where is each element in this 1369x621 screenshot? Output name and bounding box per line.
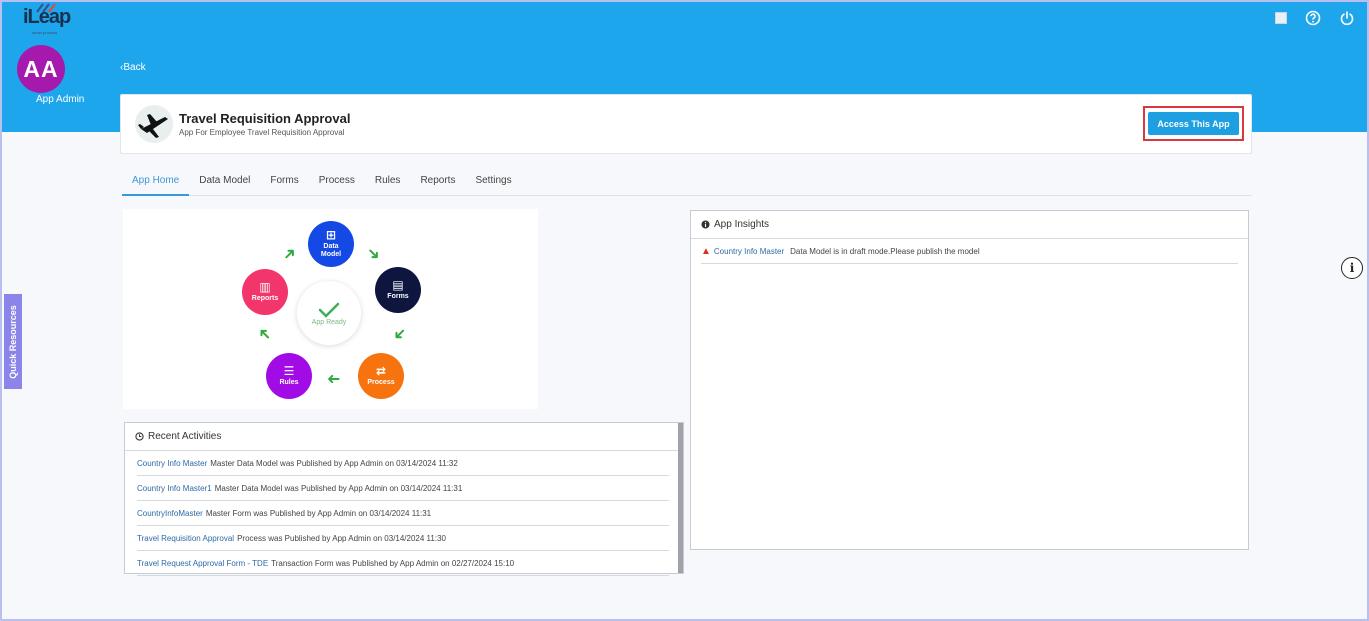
activity-link[interactable]: CountryInfoMaster xyxy=(137,509,203,518)
node-forms: ▤ Forms xyxy=(375,267,421,313)
node-process: ⇄ Process xyxy=(358,353,404,399)
app-insights-header: App Insights xyxy=(691,211,1248,239)
info-fab-icon: i xyxy=(1349,261,1355,275)
center-label: App Ready xyxy=(311,318,347,326)
activity-text: Process was Published by App Admin on 03… xyxy=(237,533,446,543)
node-forms-label: Forms xyxy=(387,293,409,300)
list-item: Country Info Master1 Master Data Model w… xyxy=(137,476,669,501)
process-icon: ⇄ xyxy=(375,364,387,378)
node-process-label: Process xyxy=(367,379,395,386)
list-item: Travel Requisition Approval Process was … xyxy=(137,526,669,551)
list-item: ▲ Country Info Master Data Model is in d… xyxy=(701,239,1238,264)
node-data-model: ⊞ Data Model xyxy=(308,221,354,267)
recent-activities-header: Recent Activities xyxy=(125,423,683,451)
help-icon[interactable] xyxy=(1305,10,1321,26)
activity-link[interactable]: Travel Requisition Approval xyxy=(137,534,234,543)
app-insights-panel: App Insights ▲ Country Info Master Data … xyxy=(690,210,1249,550)
back-link[interactable]: ‹Back xyxy=(120,62,146,73)
arrow-icon: ➜ xyxy=(327,370,341,387)
quick-resources-tab[interactable]: Quick Resources xyxy=(4,294,22,389)
tab-app-home[interactable]: App Home xyxy=(122,172,190,196)
power-icon[interactable] xyxy=(1339,10,1355,26)
top-icons xyxy=(1275,10,1355,26)
list-item: Travel Request Approval Form - TDE Trans… xyxy=(137,551,669,576)
node-reports-label: Reports xyxy=(251,295,279,302)
access-app-button[interactable]: Access This App xyxy=(1148,112,1239,135)
reports-icon: ▥ xyxy=(259,280,271,294)
activity-text: Transaction Form was Published by App Ad… xyxy=(271,558,515,568)
tab-reports[interactable]: Reports xyxy=(410,172,465,195)
data-model-icon: ⊞ xyxy=(325,228,337,242)
center-app-ready: App Ready xyxy=(297,281,361,345)
warning-icon: ▲ xyxy=(701,245,711,257)
tab-process[interactable]: Process xyxy=(309,172,365,195)
app-tabs: App Home Data Model Forms Process Rules … xyxy=(122,172,1252,196)
activity-link[interactable]: Country Info Master1 xyxy=(137,484,212,493)
insight-link[interactable]: Country Info Master xyxy=(714,247,784,256)
activity-text: Master Data Model was Published by App A… xyxy=(214,483,463,493)
node-data-model-label: Data Model xyxy=(320,243,342,258)
recent-activities-panel: Recent Activities Country Info Master Ma… xyxy=(124,422,684,576)
list-item: Country Info Master Master Data Model wa… xyxy=(137,451,669,476)
user-name: App Admin xyxy=(36,94,85,105)
app-insights-title: App Insights xyxy=(714,219,770,230)
form-icon: ▤ xyxy=(392,278,404,292)
arrow-icon: ➜ xyxy=(362,243,385,266)
checkmark-icon xyxy=(318,302,340,318)
node-reports: ▥ Reports xyxy=(242,269,288,315)
back-label: Back xyxy=(123,62,146,73)
node-rules-label: Rules xyxy=(279,379,299,386)
avatar-initials: AA xyxy=(23,55,59,82)
tab-data-model[interactable]: Data Model xyxy=(189,172,260,195)
app-lifecycle-diagram: ⊞ Data Model ▤ Forms ⇄ Process ☰ Rules ▥… xyxy=(123,209,538,409)
broken-image-icon[interactable] xyxy=(1275,12,1287,24)
tab-rules[interactable]: Rules xyxy=(365,172,411,195)
app-title: Travel Requisition Approval xyxy=(179,111,351,126)
activity-text: Master Data Model was Published by App A… xyxy=(210,458,458,468)
airplane-icon xyxy=(135,105,173,143)
avatar[interactable]: AA xyxy=(17,45,65,93)
tab-forms[interactable]: Forms xyxy=(260,172,308,195)
app-card: Travel Requisition Approval App For Empl… xyxy=(120,94,1252,154)
arrow-icon: ➜ xyxy=(388,322,411,345)
access-app-highlight: Access This App xyxy=(1143,106,1244,141)
arrow-icon: ➜ xyxy=(254,322,276,345)
activity-link[interactable]: Travel Request Approval Form - TDE xyxy=(137,559,268,568)
info-icon xyxy=(701,220,710,229)
list-item: CountryInfoMaster Master Form was Publis… xyxy=(137,501,669,526)
activity-link[interactable]: Country Info Master xyxy=(137,459,207,468)
node-rules: ☰ Rules xyxy=(266,353,312,399)
brand-tagline: smart process xyxy=(32,30,58,35)
ileap-logo[interactable]: iLeap xyxy=(23,3,71,29)
info-button[interactable]: i xyxy=(1341,257,1363,279)
logo-bars-icon xyxy=(36,3,56,13)
tab-settings[interactable]: Settings xyxy=(465,172,521,195)
activity-text: Master Form was Published by App Admin o… xyxy=(205,508,432,518)
arrow-icon: ➜ xyxy=(279,243,301,266)
insight-text: Data Model is in draft mode.Please publi… xyxy=(790,246,980,256)
recent-activities-title: Recent Activities xyxy=(148,431,222,442)
app-subtitle: App For Employee Travel Requisition Appr… xyxy=(179,128,345,137)
activities-scrollbar[interactable] xyxy=(678,423,683,573)
rules-icon: ☰ xyxy=(283,364,295,378)
clock-icon xyxy=(135,432,144,441)
quick-resources-label: Quick Resources xyxy=(8,304,19,379)
